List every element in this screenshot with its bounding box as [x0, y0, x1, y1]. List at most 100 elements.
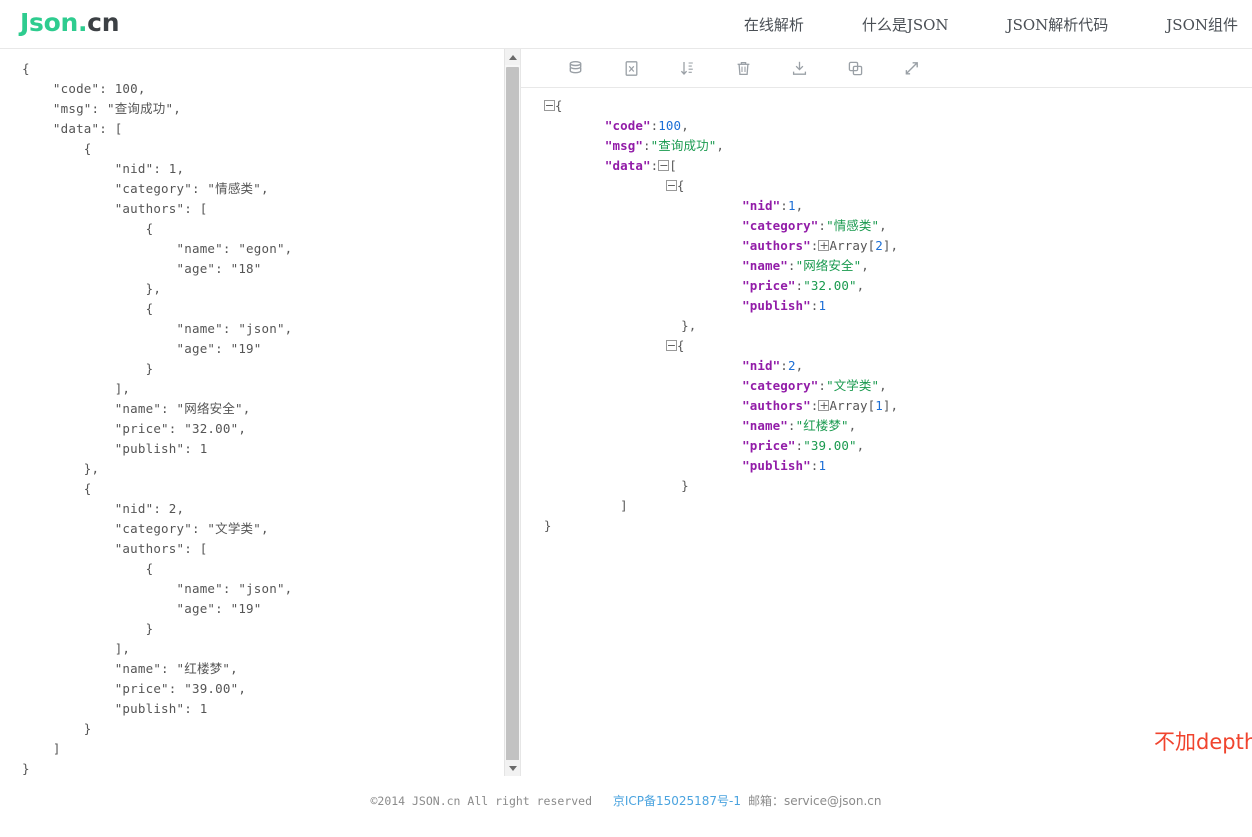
json-punct: } — [681, 478, 689, 493]
json-punct: , — [716, 138, 724, 153]
expand-icon[interactable] — [887, 52, 935, 84]
json-editor-textarea[interactable]: { "code": 100, "msg": "查询成功", "data": [ … — [22, 59, 292, 776]
json-key: "publish" — [742, 458, 811, 473]
annotation-text: 不加depth的效果 — [1154, 726, 1252, 756]
json-key: "code" — [605, 118, 651, 133]
page-root: Json.cn 在线解析 什么是JSON JSON解析代码 JSON组件 { "… — [0, 0, 1252, 837]
json-tree-line: "nid":2, — [521, 356, 1252, 376]
tree-indent — [521, 178, 666, 193]
json-punct: { — [555, 98, 563, 113]
tree-indent — [521, 398, 742, 413]
json-punct: , — [879, 378, 887, 393]
json-num: 1 — [875, 398, 883, 413]
json-tree-line: } — [521, 476, 1252, 496]
scroll-down-arrow-icon[interactable] — [505, 760, 520, 776]
json-tree-line: "publish":1 — [521, 296, 1252, 316]
json-tree-line: "msg":"查询成功", — [521, 136, 1252, 156]
format-icon[interactable] — [551, 52, 599, 84]
logo-text-dot: . — [78, 8, 87, 37]
json-tree-line: "category":"文学类", — [521, 376, 1252, 396]
site-logo[interactable]: Json.cn — [20, 8, 119, 37]
json-punct: : — [643, 138, 651, 153]
json-key: "msg" — [605, 138, 643, 153]
tree-indent — [521, 498, 620, 513]
json-str: "32.00" — [803, 278, 856, 293]
json-punct: : — [811, 238, 819, 253]
download-icon[interactable] — [775, 52, 823, 84]
json-punct: , — [796, 198, 804, 213]
tree-indent — [521, 438, 742, 453]
json-tree-line: "data":−[ — [521, 156, 1252, 176]
json-tree-line: "publish":1 — [521, 456, 1252, 476]
json-key: "category" — [742, 378, 818, 393]
json-punct: : — [780, 358, 788, 373]
collapse-toggle-icon[interactable]: − — [666, 340, 677, 351]
main-nav: 在线解析 什么是JSON JSON解析代码 JSON组件 — [744, 0, 1238, 49]
json-key: "authors" — [742, 398, 811, 413]
json-punct: : — [818, 218, 826, 233]
json-punct: [ — [669, 158, 677, 173]
nav-item-components[interactable]: JSON组件 — [1166, 14, 1238, 35]
json-key: "name" — [742, 418, 788, 433]
tree-indent — [521, 238, 742, 253]
tree-indent — [521, 278, 742, 293]
json-tree-line: −{ — [521, 336, 1252, 356]
scroll-up-arrow-icon[interactable] — [505, 49, 520, 65]
json-str: "情感类" — [826, 218, 879, 233]
json-key: "nid" — [742, 358, 780, 373]
json-punct: , — [857, 278, 865, 293]
tree-indent — [521, 378, 742, 393]
json-str: "红楼梦" — [796, 418, 849, 433]
json-punct: } — [544, 518, 552, 533]
json-tree-line: "nid":1, — [521, 196, 1252, 216]
json-punct: { — [677, 178, 685, 193]
json-str: "文学类" — [826, 378, 879, 393]
collapse-toggle-icon[interactable]: − — [658, 160, 669, 171]
tree-indent — [521, 118, 605, 133]
tree-indent — [521, 218, 742, 233]
nav-item-online-parse[interactable]: 在线解析 — [744, 14, 804, 35]
sort-icon[interactable] — [663, 52, 711, 84]
json-key: "data" — [605, 158, 651, 173]
trash-icon[interactable] — [719, 52, 767, 84]
json-editor-pane[interactable]: { "code": 100, "msg": "查询成功", "data": [ … — [0, 49, 521, 776]
json-tree-line: −{ — [521, 176, 1252, 196]
tree-indent — [521, 338, 666, 353]
site-header: Json.cn 在线解析 什么是JSON JSON解析代码 JSON组件 — [0, 0, 1252, 49]
json-key: "price" — [742, 438, 795, 453]
json-str: "查询成功" — [651, 138, 717, 153]
json-tree-line: "authors":+Array[2], — [521, 236, 1252, 256]
json-plain: Array[ — [829, 398, 875, 413]
nav-item-what-is-json[interactable]: 什么是JSON — [862, 14, 949, 35]
json-tree-line: −{ — [521, 96, 1252, 116]
editor-scrollbar[interactable] — [504, 49, 520, 776]
json-punct: ] — [620, 498, 628, 513]
file-transform-icon[interactable] — [607, 52, 655, 84]
logo-text-cn: cn — [87, 8, 119, 37]
tree-indent — [521, 478, 681, 493]
json-punct: , — [879, 218, 887, 233]
json-str: "39.00" — [803, 438, 856, 453]
json-punct: : — [780, 198, 788, 213]
json-tree-line: "name":"网络安全", — [521, 256, 1252, 276]
json-punct: , — [857, 438, 865, 453]
json-punct: }, — [681, 318, 696, 333]
json-str: "网络安全" — [796, 258, 862, 273]
collapse-toggle-icon[interactable]: − — [666, 180, 677, 191]
scrollbar-thumb[interactable] — [506, 67, 519, 767]
logo-text-json: Json — [20, 8, 78, 37]
nav-item-parse-code[interactable]: JSON解析代码 — [1007, 14, 1109, 35]
collapse-toggle-icon[interactable]: − — [544, 100, 555, 111]
expand-toggle-icon[interactable]: + — [818, 400, 829, 411]
copy-icon[interactable] — [831, 52, 879, 84]
json-num: 1 — [788, 198, 796, 213]
expand-toggle-icon[interactable]: + — [818, 240, 829, 251]
json-tree-line: } — [521, 516, 1252, 536]
tree-indent — [521, 198, 742, 213]
tree-indent — [521, 458, 742, 473]
json-tree: −{ "code":100, "msg":"查询成功", "data":−[ −… — [521, 88, 1252, 776]
json-tree-line: "category":"情感类", — [521, 216, 1252, 236]
footer-icp-link[interactable]: 京ICP备15025187号-1 — [613, 794, 741, 808]
tree-indent — [521, 358, 742, 373]
viewer-toolbar — [521, 49, 1252, 88]
